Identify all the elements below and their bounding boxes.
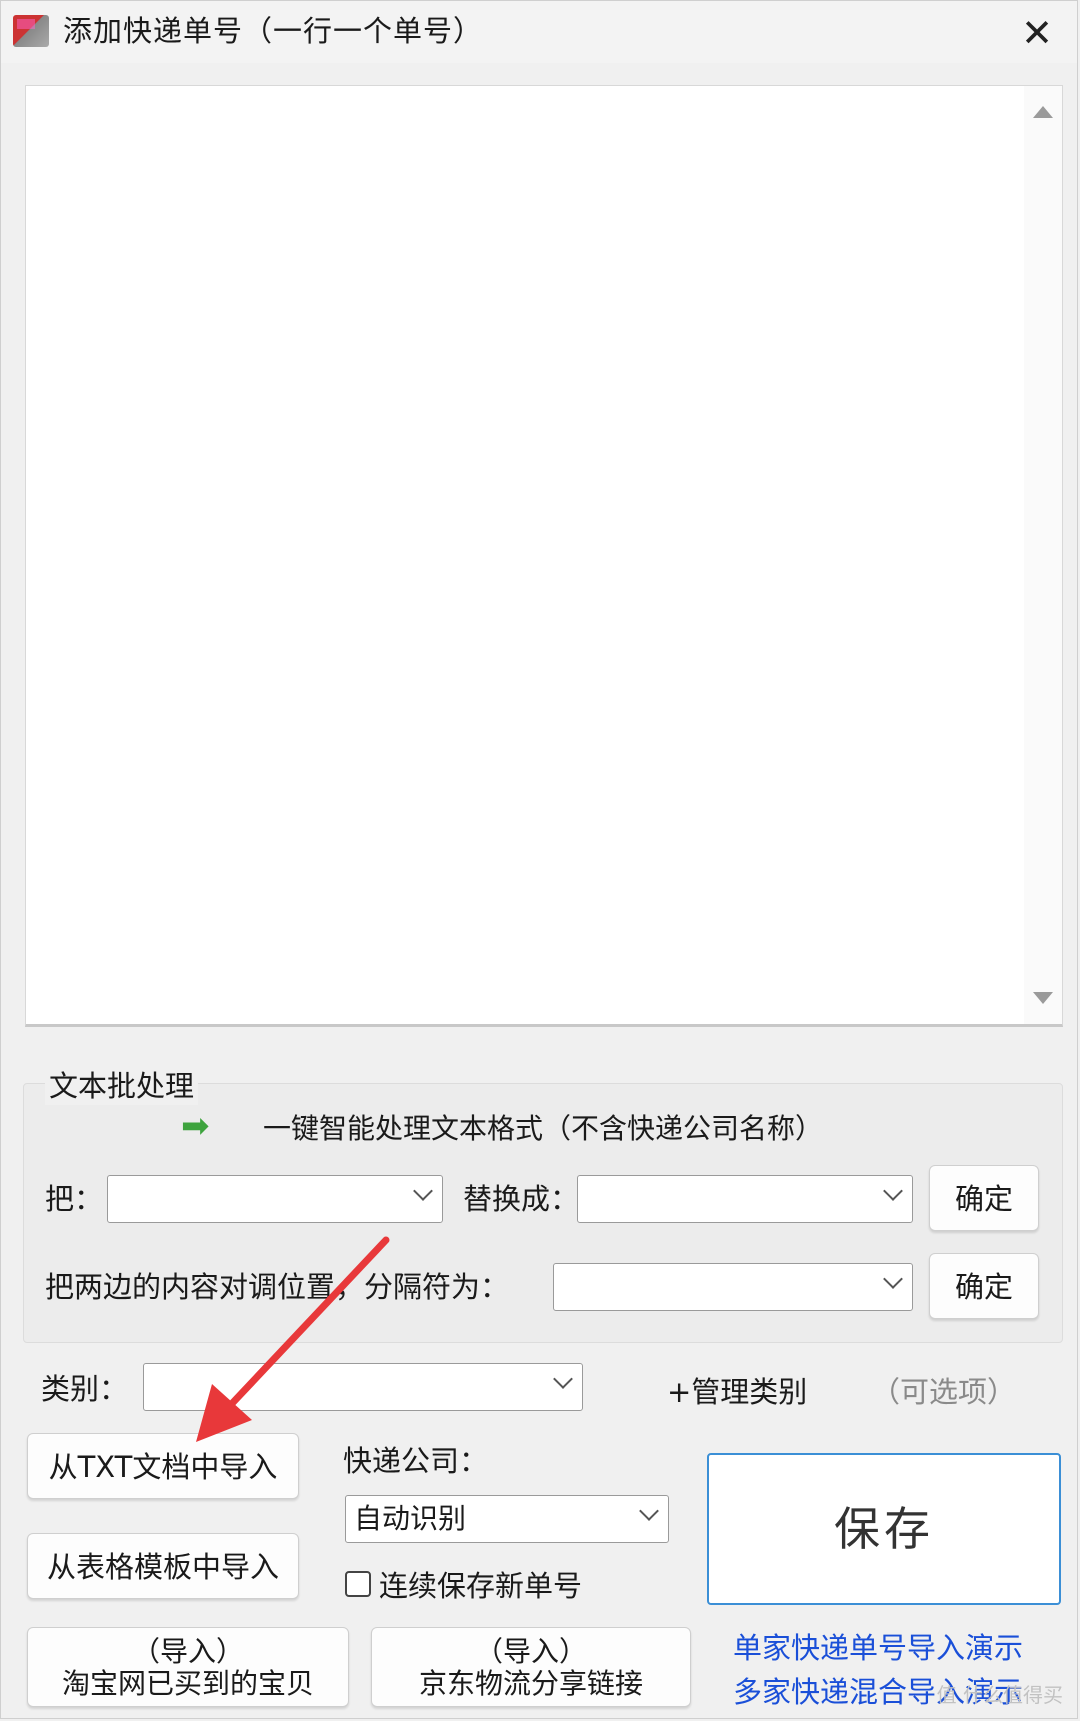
swap-confirm-button[interactable]: 确定 [929,1253,1039,1319]
close-icon[interactable]: ✕ [1015,11,1059,55]
continuous-save-checkbox[interactable] [345,1571,371,1597]
replace-to-combo[interactable] [577,1175,913,1223]
import-taobao-line1: （导入） [131,1635,244,1668]
app-logo-icon [13,15,49,47]
swap-separator-combo[interactable] [553,1263,913,1311]
replace-from-combo[interactable] [107,1175,443,1223]
import-txt-button[interactable]: 从TXT文档中导入 [27,1433,299,1499]
category-label: 类别： [41,1372,129,1406]
chevron-down-icon [883,1269,903,1289]
replace-to-label: 替换成： [463,1182,580,1216]
courier-combo[interactable]: 自动识别 [345,1495,669,1543]
optional-hint: （可选项） [871,1375,1017,1409]
tracking-numbers-input[interactable] [26,86,1030,1026]
chevron-down-icon [553,1369,573,1389]
replace-from-label: 把： [45,1182,104,1216]
tracking-numbers-textarea-container [25,85,1063,1027]
import-jd-line1: （导入） [474,1635,587,1668]
chevron-down-icon [639,1501,659,1521]
green-arrow-icon: ➡ [181,1106,210,1146]
text-batch-legend: 文本批处理 [45,1063,199,1105]
watermark: 值 什么值得买 [936,1683,1063,1707]
category-combo[interactable] [143,1363,583,1411]
title-bar: 添加快递单号（一行一个单号） ✕ [1,1,1077,63]
continuous-save-option[interactable]: 连续保存新单号 [345,1563,582,1605]
window-title: 添加快递单号（一行一个单号） [63,14,484,48]
import-taobao-button[interactable]: （导入） 淘宝网已买到的宝贝 [27,1627,349,1707]
import-jd-line2: 京东物流分享链接 [418,1667,643,1700]
manage-category-button[interactable]: +管理类别 [667,1369,807,1411]
courier-label: 快递公司： [343,1444,489,1478]
continuous-save-label: 连续保存新单号 [379,1569,583,1603]
scroll-down-icon[interactable] [1033,992,1053,1004]
swap-label: 把两边的内容对调位置，分隔符为： [45,1270,510,1304]
import-taobao-line2: 淘宝网已买到的宝贝 [61,1667,314,1700]
replace-confirm-button[interactable]: 确定 [929,1165,1039,1231]
chevron-down-icon [883,1181,903,1201]
import-jd-button[interactable]: （导入） 京东物流分享链接 [371,1627,691,1707]
add-tracking-dialog: 添加快递单号（一行一个单号） ✕ 文本批处理 ➡ 一键智能处理文本格式（不含快递… [0,0,1078,1719]
import-template-button[interactable]: 从表格模板中导入 [27,1533,299,1599]
smart-format-button[interactable]: 一键智能处理文本格式（不含快递公司名称） [263,1107,823,1147]
save-button[interactable]: 保存 [707,1453,1061,1605]
courier-value: 自动识别 [354,1502,467,1535]
single-courier-demo-link[interactable]: 单家快递单号导入演示 [733,1625,1023,1667]
chevron-down-icon [413,1181,433,1201]
scroll-up-icon[interactable] [1033,106,1053,118]
vertical-scrollbar[interactable] [1024,86,1062,1024]
